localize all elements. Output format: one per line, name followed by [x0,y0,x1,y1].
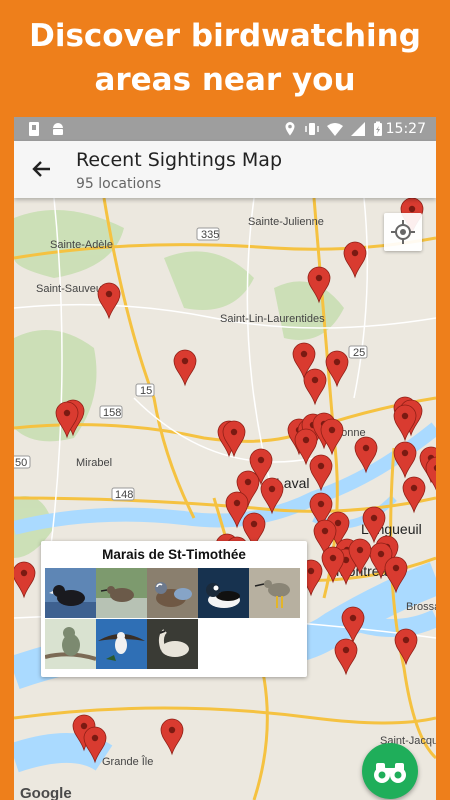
marker-dot [315,274,323,282]
bird-photo-greater-yellowlegs[interactable] [249,568,300,618]
battery-icon [374,121,382,136]
promo-banner: Discover birdwatching areas near you [0,14,450,102]
marker-dot [311,376,319,384]
marker-dot [377,550,385,558]
marker-dot [230,428,238,436]
marker-dot [91,734,99,742]
marker-dot [392,564,400,572]
bird-photo-shorebird[interactable] [96,568,147,618]
marker-dot [20,569,28,577]
marker-dot [321,527,329,535]
label-sainte-julienne: Sainte-Julienne [248,216,324,228]
location-icon [285,122,295,136]
wifi-icon [327,123,343,136]
marker-dot [349,614,357,622]
marker-dot [257,456,265,464]
crosshair-icon [391,220,415,244]
status-bar: 15:27 [14,117,436,141]
page-title: Recent Sightings Map [76,149,283,171]
location-info-window[interactable]: Marais de St-Timothée [41,541,307,677]
marker-dot [105,290,113,298]
shield-25: 25 [353,347,365,359]
marker-dot [168,726,176,734]
marker-dot [342,646,350,654]
bird-photo-bufflehead[interactable] [198,568,249,618]
marker-dot [300,350,308,358]
marker-dot [317,462,325,470]
marker-dot [401,449,409,457]
label-sainte-adele: Sainte-Adèle [50,239,113,251]
marker-dot [351,249,359,257]
label-grande-ile: Grande Île [102,755,153,768]
shield-15: 15 [140,385,152,397]
label-mirabel: Mirabel [76,457,112,469]
sd-card-icon [29,122,39,136]
marker-dot [250,520,258,528]
bird-photo-osprey[interactable] [96,619,147,669]
marker-dot [268,485,276,493]
marker-dot [307,567,315,575]
back-arrow-icon[interactable] [28,155,56,183]
marker-dot [410,484,418,492]
marker-dot [80,722,88,730]
google-attribution: Google [20,785,72,800]
shield-158: 158 [103,407,121,419]
marker-dot [370,514,378,522]
marker-dot [408,205,416,213]
marker-dot [402,636,410,644]
marker-dot [362,444,370,452]
marker-dot [244,478,252,486]
marker-dot [333,358,341,366]
app-bar: Recent Sightings Map 95 locations [14,141,436,198]
bird-photo-goose[interactable] [147,619,198,669]
promo-line-2: areas near you [94,62,356,98]
android-icon [53,123,63,135]
promo-line-1: Discover birdwatching [29,18,421,54]
label-brossard: Brossard [406,601,436,613]
phone-screen: 15:27 Recent Sightings Map 95 locations [14,117,436,800]
location-name: Marais de St-Timothée [102,547,246,562]
marker-dot [63,409,71,417]
shield-148: 148 [115,489,133,501]
vibrate-icon [305,123,319,135]
marker-dot [233,499,241,507]
bird-photo-blue-winged-teal[interactable] [147,568,198,618]
my-location-button[interactable] [384,213,422,251]
label-saint-sauveur: Saint-Sauveur [36,283,106,295]
marker-dot [181,357,189,365]
marker-dot [401,412,409,420]
binoculars-icon [374,763,406,783]
bird-photo-american-coot[interactable] [45,568,96,618]
shield-50: 50 [15,457,27,469]
label-saint-lin: Saint-Lin-Laurentides [220,313,325,325]
binoculars-fab[interactable] [362,743,418,799]
marker-dot [317,500,325,508]
marker-dot [328,426,336,434]
sightings-map[interactable]: 335 25 15 158 50 148 Sainte-Julienne Sai… [14,198,436,800]
marker-dot [302,436,310,444]
signal-icon [351,122,365,136]
status-time: 15:27 [385,121,426,137]
bird-photo-flycatcher[interactable] [45,619,96,669]
marker-dot [334,519,342,527]
location-count: 95 locations [76,176,162,192]
marker-dot [329,554,337,562]
shield-335: 335 [201,229,219,241]
marker-dot [356,546,364,554]
